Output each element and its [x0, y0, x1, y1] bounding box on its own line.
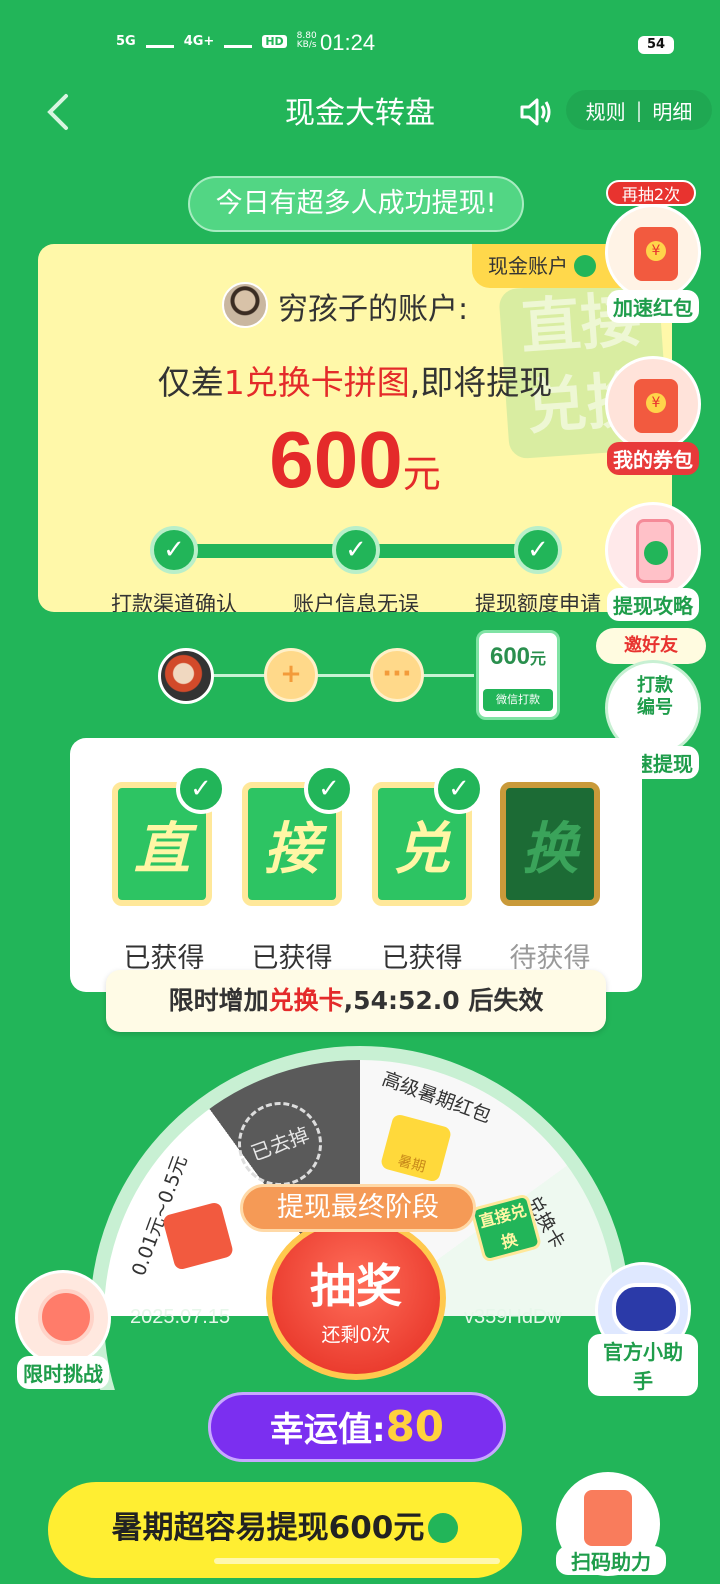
- rules-link[interactable]: 规则: [586, 96, 626, 125]
- invite-friends-tag[interactable]: 邀好友: [596, 628, 706, 664]
- redpacket-icon: [605, 204, 701, 300]
- account-owner: 穷孩子的账户:: [278, 292, 469, 327]
- coupon-icon: [605, 356, 701, 452]
- success-banner: 今日有超多人成功提现!: [188, 176, 524, 232]
- final-stage-pill: 提现最终阶段: [240, 1184, 476, 1232]
- step-label: 账户信息无误: [293, 592, 419, 612]
- puzzle-piece-huan: 换: [500, 782, 600, 906]
- avatar: [222, 282, 268, 328]
- draw-again-badge: 再抽2次: [606, 180, 696, 206]
- wheel-date: 2025.07.15: [130, 1306, 231, 1328]
- divider: |: [635, 98, 643, 122]
- speed-redpacket-widget[interactable]: 加速红包: [598, 204, 708, 323]
- withdraw-amount: 600元: [269, 415, 441, 504]
- wechat-payout-card: 600元 微信打款: [476, 630, 560, 720]
- home-indicator: [214, 1558, 500, 1564]
- assistant-label: 官方小助手: [588, 1334, 698, 1396]
- hd-badge: HD: [262, 34, 287, 48]
- wheel-code: v359HdDw: [464, 1306, 562, 1328]
- step-label: 打款渠道确认: [111, 592, 237, 612]
- add-friend-button[interactable]: +: [264, 648, 318, 702]
- status-bar: 5G 4G+ HD 8.80 KB/s 01:24 54: [0, 0, 720, 90]
- signal-icon: [145, 34, 174, 48]
- alarm-clock-icon: [15, 1270, 111, 1366]
- network-4g-label: 4G+: [183, 33, 215, 49]
- limited-challenge-widget[interactable]: 限时挑战: [8, 1270, 118, 1389]
- limited-challenge-label: 限时挑战: [17, 1356, 109, 1389]
- my-coupons-label: 我的券包: [607, 442, 699, 475]
- spin-label: 抽奖: [310, 1259, 402, 1313]
- spins-remaining: 还剩0次: [321, 1324, 391, 1346]
- step-check-icon: ✓: [514, 526, 562, 574]
- wechat-payout-label: 微信打款: [483, 689, 553, 711]
- speed-redpacket-label: 加速红包: [607, 290, 699, 323]
- net-speed: 8.80 KB/s: [296, 31, 317, 50]
- wechat-icon: [574, 255, 596, 277]
- scan-help-label: 扫码助力: [556, 1546, 666, 1575]
- flow-connector: [212, 674, 474, 677]
- rules-details-pill: 规则 | 明细: [566, 90, 712, 130]
- step-check-icon: ✓: [332, 526, 380, 574]
- my-coupons-widget[interactable]: 我的券包: [598, 356, 708, 475]
- strategy-label: 提现攻略: [607, 588, 699, 621]
- account-card: 直接 兑换 现金账户 穷孩子的账户: 仅差1兑换卡拼图,即将提现 600元 ✓ ✓…: [38, 244, 672, 612]
- battery-icon: 54: [638, 36, 674, 54]
- signal-icon: [224, 34, 253, 48]
- friend-avatar: [158, 648, 214, 704]
- network-5g-label: 5G: [116, 33, 136, 49]
- card-expiry-timer: 限时增加兑换卡,54:52.0 后失效: [106, 970, 606, 1032]
- spin-button[interactable]: 抽奖 还剩0次: [266, 1216, 446, 1380]
- more-dots-icon: ···: [370, 648, 424, 702]
- check-icon: ✓: [176, 764, 226, 814]
- luck-value-pill: 幸运值:80: [208, 1392, 506, 1462]
- check-icon: ✓: [434, 764, 484, 814]
- check-icon: ✓: [304, 764, 354, 814]
- wechat-icon: [428, 1513, 459, 1543]
- step-check-icon: ✓: [150, 526, 198, 574]
- phone-icon: [605, 502, 701, 598]
- withdraw-hint: 仅差1兑换卡拼图,即将提现: [157, 363, 553, 402]
- sound-icon[interactable]: [518, 94, 554, 130]
- network-indicators: 5G 4G+ HD 8.80 KB/s: [116, 32, 317, 50]
- assistant-widget[interactable]: 官方小助手: [588, 1262, 698, 1396]
- qr-code-icon: [584, 1490, 632, 1546]
- details-link[interactable]: 明细: [652, 96, 692, 125]
- strategy-widget[interactable]: 提现攻略: [598, 502, 708, 621]
- clock: 01:24: [320, 30, 376, 55]
